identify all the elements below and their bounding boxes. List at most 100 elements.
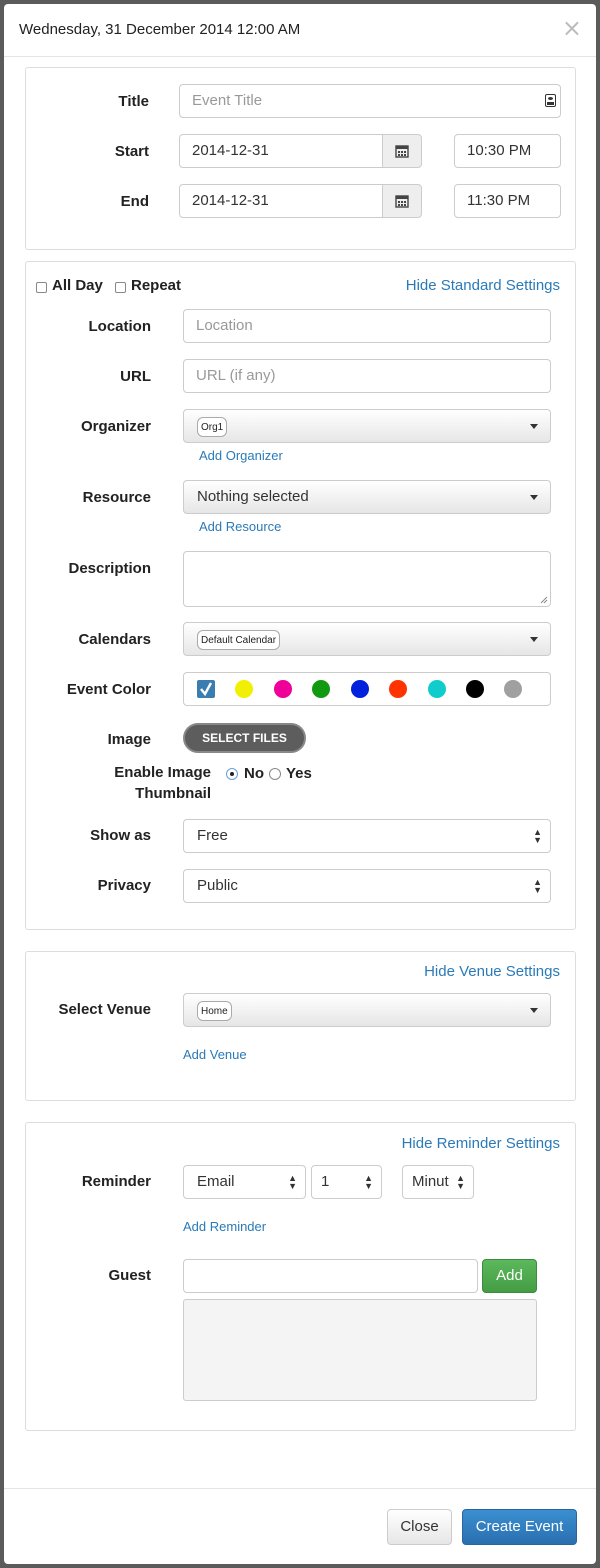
basic-panel: Title Event Title Start 2014-12-31 10:30… [25,67,576,250]
updown-arrows-icon: ▲ ▼ [533,877,542,895]
color-swatch[interactable] [504,680,522,698]
color-swatch[interactable] [351,680,369,698]
event-modal: Wednesday, 31 December 2014 12:00 AM × T… [4,4,596,1564]
reminder-method-select[interactable]: Email ▲ ▼ [183,1165,306,1199]
privacy-value: Public [197,877,238,894]
add-organizer-link[interactable]: Add Organizer [199,448,283,463]
updown-arrows-icon: ▲ ▼ [533,827,542,845]
reminder-settings-panel: Hide Reminder Settings Reminder Email ▲ ▼… [25,1122,576,1431]
thumbnail-yes-label: Yes [286,765,312,782]
location-placeholder: Location [196,317,253,334]
color-swatch[interactable] [428,680,446,698]
modal-title: Wednesday, 31 December 2014 12:00 AM [19,21,301,38]
check-icon [200,682,213,697]
calendar-icon [395,195,409,208]
hide-standard-settings-link[interactable]: Hide Standard Settings [406,277,560,294]
resize-grip-icon [540,596,548,604]
guest-list [183,1299,537,1401]
reminder-amount-select[interactable]: 1 ▲ ▼ [311,1165,382,1199]
title-label: Title [118,93,149,110]
calendar-chip: Default Calendar [197,630,281,650]
start-calendar-button[interactable] [382,134,422,168]
url-placeholder: URL (if any) [196,367,276,384]
contact-card-icon [545,94,556,107]
close-button[interactable]: Close [387,1509,452,1545]
title-placeholder: Event Title [192,92,263,109]
start-date-input[interactable]: 2014-12-31 [179,134,385,168]
all-day-checkbox[interactable] [36,282,47,293]
reminder-method-value: Email [197,1173,235,1190]
reminder-amount-value: 1 [321,1173,330,1190]
organizer-label: Organizer [80,418,151,435]
updown-arrows-icon: ▲ ▼ [364,1173,373,1191]
calendars-label: Calendars [78,631,151,648]
organizer-select[interactable]: Org1 [183,409,551,443]
show-as-value: Free [197,827,228,844]
url-input[interactable]: URL (if any) [183,359,551,393]
event-color-picker [183,672,551,706]
guest-input[interactable] [183,1259,478,1293]
start-date-value: 2014-12-31 [192,142,269,159]
modal-header: Wednesday, 31 December 2014 12:00 AM × [4,4,596,57]
updown-arrows-icon: ▲ ▼ [288,1173,297,1191]
reminder-unit-select[interactable]: Minut ▲ ▼ [402,1165,474,1199]
show-as-label: Show as [90,827,151,844]
location-input[interactable]: Location [183,309,551,343]
start-time-value: 10:30 PM [467,142,532,159]
description-label: Description [68,560,151,577]
privacy-select[interactable]: Public ▲ ▼ [183,869,551,903]
event-color-label: Event Color [66,681,151,698]
end-calendar-button[interactable] [382,184,422,218]
close-icon[interactable]: × [562,16,582,40]
calendars-select[interactable]: Default Calendar [183,622,551,656]
thumbnail-no-radio[interactable] [226,768,238,780]
select-files-button[interactable]: SELECT FILES [183,723,306,753]
thumbnail-label-line2: Thumbnail [135,785,211,802]
location-label: Location [88,318,152,335]
image-label: Image [107,731,151,748]
color-swatch[interactable] [235,680,253,698]
repeat-checkbox[interactable] [115,282,126,293]
reminder-label: Reminder [81,1173,151,1190]
end-date-input[interactable]: 2014-12-31 [179,184,385,218]
updown-arrows-icon: ▲ ▼ [456,1173,465,1191]
resource-select[interactable]: Nothing selected [183,480,551,514]
chevron-down-icon [530,424,538,429]
end-time-value: 11:30 PM [467,192,531,209]
color-swatch[interactable] [466,680,484,698]
add-resource-link[interactable]: Add Resource [199,519,281,534]
end-label: End [120,193,149,210]
hide-venue-settings-link[interactable]: Hide Venue Settings [424,963,560,980]
thumbnail-no-label: No [244,765,264,782]
calendar-icon [395,145,409,158]
hide-reminder-settings-link[interactable]: Hide Reminder Settings [402,1135,560,1152]
venue-settings-panel: Hide Venue Settings Select Venue Home Ad… [25,951,576,1101]
venue-select[interactable]: Home [183,993,551,1027]
start-label: Start [114,143,149,160]
end-date-value: 2014-12-31 [192,192,269,209]
add-guest-button[interactable]: Add [482,1259,537,1293]
guest-label: Guest [108,1267,151,1284]
privacy-label: Privacy [97,877,151,894]
resource-value: Nothing selected [197,488,309,505]
venue-chip: Home [197,1001,232,1021]
color-swatch-selected[interactable] [197,680,215,698]
standard-settings-panel: All Day Repeat Hide Standard Settings Lo… [25,261,576,930]
thumbnail-yes-radio[interactable] [269,768,281,780]
create-event-button[interactable]: Create Event [462,1509,577,1545]
repeat-label: Repeat [131,277,182,294]
title-input[interactable]: Event Title [179,84,561,118]
show-as-select[interactable]: Free ▲ ▼ [183,819,551,853]
end-time-input[interactable]: 11:30 PM [454,184,561,218]
color-swatch[interactable] [389,680,407,698]
description-textarea[interactable] [183,551,551,607]
start-time-input[interactable]: 10:30 PM [454,134,561,168]
thumbnail-label-line1: Enable Image [114,764,211,781]
color-swatch[interactable] [274,680,292,698]
modal-footer: Close Create Event [4,1488,596,1564]
chevron-down-icon [530,637,538,642]
add-reminder-link[interactable]: Add Reminder [183,1219,266,1234]
add-venue-link[interactable]: Add Venue [183,1047,247,1062]
reminder-unit-value: Minut [412,1173,449,1190]
color-swatch[interactable] [312,680,330,698]
